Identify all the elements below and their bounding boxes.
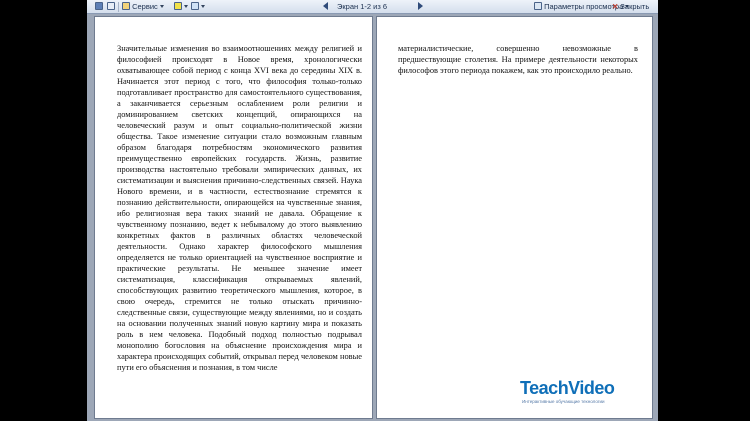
document-icon (534, 2, 542, 10)
page-text-left: Значительные изменения во взаимоотношени… (117, 44, 362, 372)
close-label: Закрыть (620, 2, 650, 11)
print-icon[interactable] (107, 2, 115, 12)
comment-icon[interactable] (191, 2, 205, 12)
document-page-right: материалистические, совершенно невозможн… (376, 16, 653, 419)
save-icon[interactable] (95, 2, 103, 12)
toolbar-divider (118, 2, 119, 12)
service-menu[interactable]: Сервис (122, 2, 164, 12)
tools-icon (122, 2, 130, 10)
close-button[interactable]: ✕ Закрыть (612, 2, 649, 12)
teachvideo-watermark: TeachVideo Интерактивные обучающие техно… (520, 378, 644, 408)
chevron-down-icon (159, 5, 164, 8)
next-screen-arrow-icon[interactable] (418, 2, 423, 10)
close-icon: ✕ (612, 2, 619, 11)
document-page-left: Значительные изменения во взаимоотношени… (94, 16, 373, 419)
screen-counter: Экран 1-2 из 6 (337, 2, 388, 11)
watermark-brand: TeachVideo (520, 378, 615, 398)
page-text-right: материалистические, совершенно невозможн… (398, 44, 638, 75)
toolbar: Сервис Экран 1-2 из 6 Параметры просмотр… (87, 0, 658, 14)
highlight-icon[interactable] (174, 2, 188, 12)
watermark-tagline: Интерактивные обучающие технологии (522, 399, 605, 404)
service-menu-label: Сервис (132, 2, 158, 11)
previous-screen-arrow-icon[interactable] (323, 2, 328, 10)
print-preview-window: Сервис Экран 1-2 из 6 Параметры просмотр… (87, 0, 658, 421)
